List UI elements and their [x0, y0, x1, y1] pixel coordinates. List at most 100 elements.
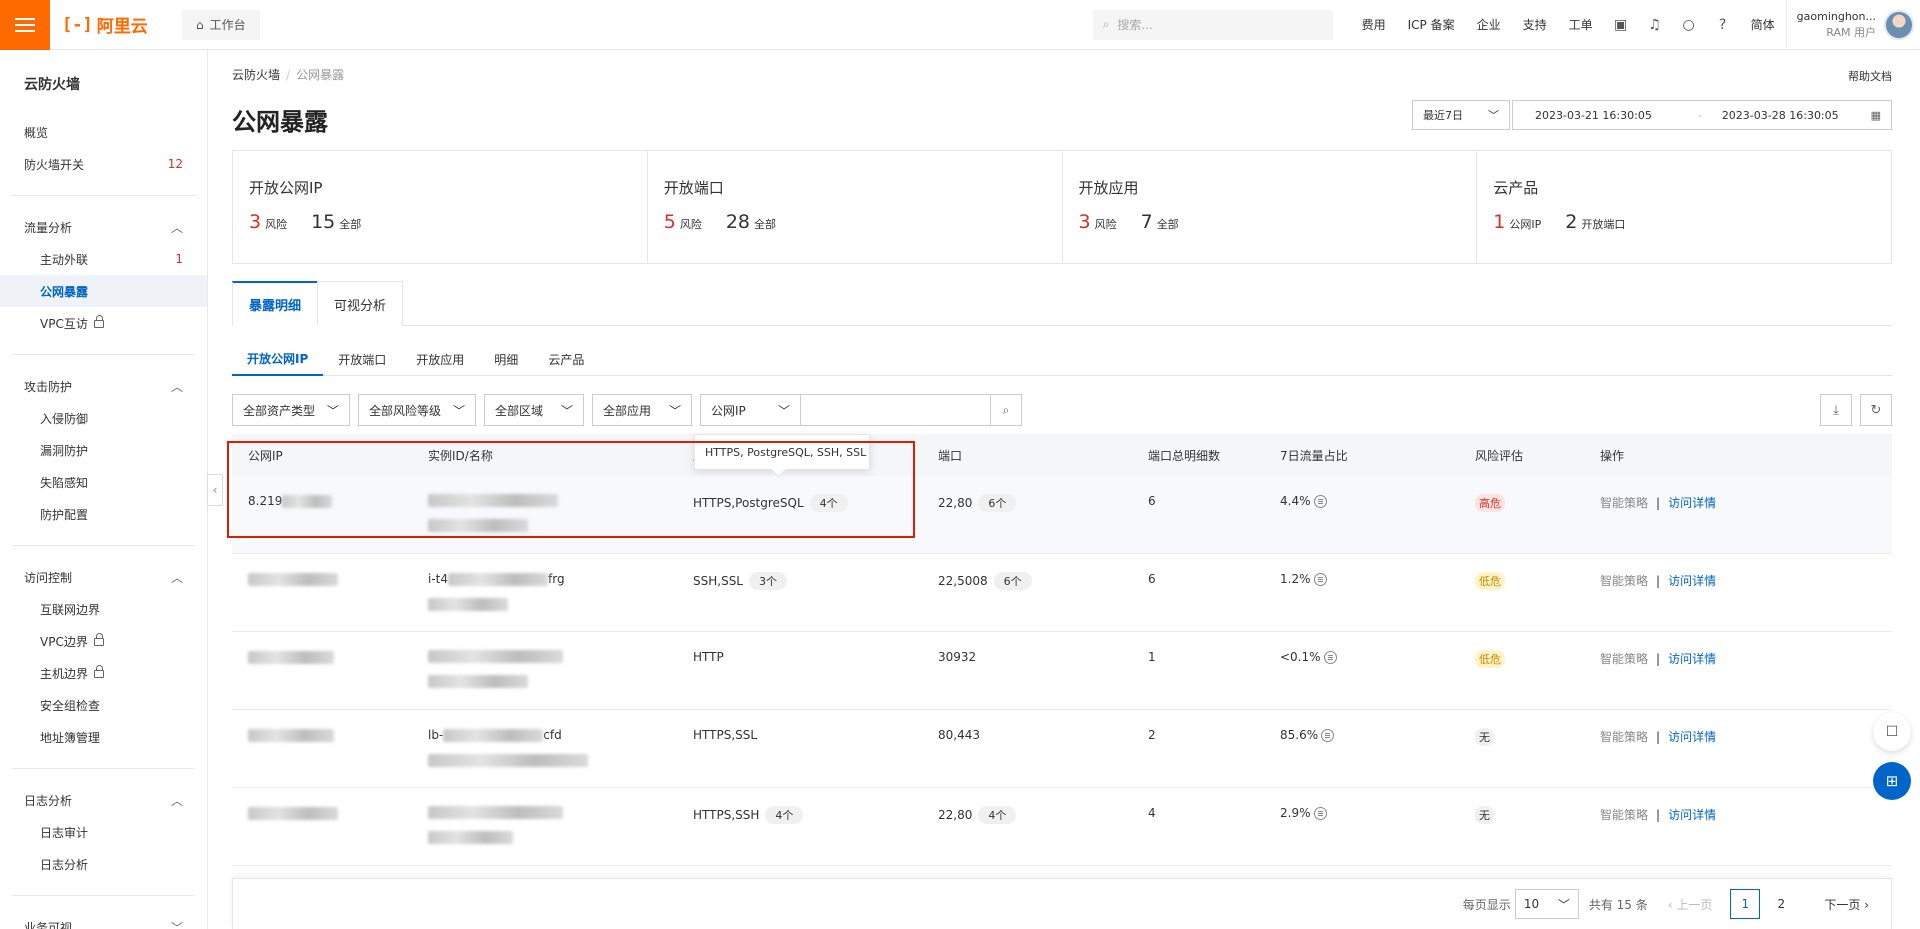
- smart-policy-link[interactable]: 智能策略: [1600, 808, 1648, 822]
- sidebar-item-sg-check[interactable]: 安全组检查: [0, 689, 207, 721]
- ticket-link[interactable]: 工单: [1558, 16, 1604, 33]
- list-icon[interactable]: [1323, 651, 1337, 664]
- access-detail-link[interactable]: 访问详情: [1668, 496, 1716, 510]
- tab-open-port[interactable]: 开放端口: [323, 342, 401, 376]
- search-button[interactable]: ⌕: [990, 394, 1022, 426]
- terminal-icon[interactable]: ▣: [1604, 17, 1638, 33]
- sidebar-item-protect-config[interactable]: 防护配置: [0, 498, 207, 530]
- stat-ip-link[interactable]: 1 公网IP: [1493, 211, 1541, 233]
- menu-icon[interactable]: [0, 0, 50, 50]
- chevron-down-icon: ﹀: [326, 403, 339, 418]
- refresh-icon: ↻: [1870, 402, 1882, 418]
- stat-port-link[interactable]: 2 开放端口: [1565, 211, 1625, 233]
- smart-policy-link[interactable]: 智能策略: [1600, 574, 1648, 588]
- stat-risk-link[interactable]: 3 风险: [249, 211, 287, 233]
- stat-all-link[interactable]: 7 全部: [1141, 211, 1179, 233]
- tab-detail[interactable]: 明细: [479, 342, 533, 376]
- page-size-select[interactable]: 10 ﹀: [1514, 889, 1579, 919]
- sidebar-item-intrusion[interactable]: 入侵防御: [0, 402, 207, 434]
- user-menu[interactable]: gaominghon... RAM 用户: [1785, 0, 1920, 50]
- table-row[interactable]: lb-cfd HTTPS,SSL 80,443 2 85.6% 无 智能策略 | 访…: [232, 710, 1892, 788]
- sidebar-item-breach[interactable]: 失陷感知: [0, 466, 207, 498]
- access-detail-link[interactable]: 访问详情: [1668, 574, 1716, 588]
- language-switch[interactable]: 简体: [1740, 16, 1786, 33]
- sidebar-item-overview[interactable]: 概览: [0, 116, 207, 148]
- sidebar-group-traffic[interactable]: 流量分析 ︿: [0, 211, 207, 243]
- list-icon[interactable]: [1313, 495, 1327, 508]
- lock-icon: [93, 633, 104, 646]
- asset-type-select[interactable]: 全部资产类型 ﹀: [232, 394, 350, 426]
- chat-icon[interactable]: ☐: [1873, 713, 1911, 751]
- brand-logo[interactable]: [-] 阿里云: [62, 12, 172, 38]
- sidebar-item-host-border[interactable]: 主机边界: [0, 657, 207, 689]
- breadcrumb-root[interactable]: 云防火墙: [232, 68, 280, 82]
- tab-visual-analysis[interactable]: 可视分析: [317, 281, 404, 326]
- enterprise-link[interactable]: 企业: [1466, 16, 1512, 33]
- avatar[interactable]: [1884, 9, 1914, 40]
- table-row[interactable]: HTTPS,SSH 4个 22,80 4个 4 2.9% 无 智能策略 | 访问详情: [232, 788, 1892, 866]
- sidebar-item-firewall-switch[interactable]: 防火墙开关 12: [0, 148, 207, 180]
- page-2-button[interactable]: 2: [1766, 889, 1796, 919]
- sidebar-group-access[interactable]: 访问控制 ︿: [0, 561, 207, 593]
- sidebar-item-outbound[interactable]: 主动外联 1: [0, 243, 207, 275]
- help-icon[interactable]: ?: [1706, 17, 1740, 33]
- bell-icon[interactable]: ♫: [1638, 17, 1672, 33]
- next-page-button[interactable]: 下一页 ›: [1824, 896, 1869, 913]
- icp-link[interactable]: ICP 备案: [1397, 16, 1466, 33]
- sidebar-item-vpc-mutual[interactable]: VPC互访: [0, 307, 207, 339]
- sidebar-group-log[interactable]: 日志分析 ︿: [0, 784, 207, 816]
- tab-exposure-detail[interactable]: 暴露明细: [232, 281, 319, 326]
- sidebar-group-attack[interactable]: 攻击防护 ︿: [0, 370, 207, 402]
- sidebar-collapse-handle[interactable]: ‹: [207, 474, 223, 506]
- list-icon[interactable]: [1313, 807, 1327, 820]
- help-doc-link[interactable]: 帮助文档: [1848, 68, 1892, 84]
- apps-icon[interactable]: ⊞: [1873, 762, 1911, 800]
- tab-open-app[interactable]: 开放应用: [401, 342, 479, 376]
- sidebar-item-log-analysis[interactable]: 日志分析: [0, 848, 207, 880]
- stat-open-app: 开放应用 3 风险 7 全部: [1063, 151, 1478, 263]
- date-range-picker[interactable]: 2023-03-21 16:30:05 - 2023-03-28 16:30:0…: [1512, 100, 1892, 130]
- search-field-select[interactable]: 公网IP ﹀: [700, 394, 800, 426]
- region-select[interactable]: 全部区域 ﹀: [484, 394, 584, 426]
- global-search-input[interactable]: ⌕ 搜索...: [1092, 9, 1333, 40]
- sidebar-item-log-audit[interactable]: 日志审计: [0, 816, 207, 848]
- search-input[interactable]: [800, 394, 990, 426]
- breadcrumb: 云防火墙 / 公网暴露: [232, 68, 345, 82]
- sidebar-item-vpc-border[interactable]: VPC边界: [0, 625, 207, 657]
- tab-cloud-product[interactable]: 云产品: [533, 342, 599, 376]
- lightbulb-icon[interactable]: ○: [1672, 17, 1706, 33]
- access-detail-link[interactable]: 访问详情: [1668, 652, 1716, 666]
- stat-all-link[interactable]: 28 全部: [726, 211, 776, 233]
- access-detail-link[interactable]: 访问详情: [1668, 730, 1716, 744]
- date-preset-select[interactable]: 最近7日 ﹀: [1412, 100, 1510, 130]
- smart-policy-link[interactable]: 智能策略: [1600, 652, 1648, 666]
- sidebar-item-exposure[interactable]: 公网暴露: [0, 275, 207, 307]
- divider: [12, 768, 195, 769]
- list-icon[interactable]: [1321, 729, 1335, 742]
- stat-all-link[interactable]: 15 全部: [311, 211, 361, 233]
- fee-link[interactable]: 费用: [1351, 16, 1397, 33]
- table-row[interactable]: i-t4 frg SSH,SSL 3个 22,5008 6个 6 1.2% 低危 智能…: [232, 554, 1892, 632]
- refresh-button[interactable]: ↻: [1860, 394, 1892, 426]
- app-select[interactable]: 全部应用 ﹀: [592, 394, 692, 426]
- sidebar-item-internet-border[interactable]: 互联网边界: [0, 593, 207, 625]
- smart-policy-link[interactable]: 智能策略: [1600, 730, 1648, 744]
- sidebar-group-business[interactable]: 业务可视 ﹀: [0, 911, 207, 929]
- tab-open-ip[interactable]: 开放公网IP: [232, 342, 324, 376]
- smart-policy-link[interactable]: 智能策略: [1600, 496, 1648, 510]
- access-detail-link[interactable]: 访问详情: [1668, 808, 1716, 822]
- prev-page-button[interactable]: ‹ 上一页: [1668, 896, 1713, 913]
- sidebar: 云防火墙 概览 防火墙开关 12 流量分析 ︿ 主动外联 1 公网暴露 VPC互访 攻…: [0, 50, 208, 929]
- stat-risk-link[interactable]: 5 风险: [664, 211, 702, 233]
- sub-tabs: 开放公网IP 开放端口 开放应用 明细 云产品: [232, 342, 1892, 376]
- download-button[interactable]: ⤓: [1820, 394, 1852, 426]
- table-row[interactable]: HTTP 30932 1 <0.1% 低危 智能策略 | 访问详情: [232, 632, 1892, 710]
- sidebar-item-address-book[interactable]: 地址簿管理: [0, 721, 207, 753]
- support-link[interactable]: 支持: [1512, 16, 1558, 33]
- stat-risk-link[interactable]: 3 风险: [1079, 211, 1117, 233]
- page-1-button[interactable]: 1: [1730, 889, 1761, 919]
- risk-level-select[interactable]: 全部风险等级 ﹀: [358, 394, 476, 426]
- list-icon[interactable]: [1313, 573, 1327, 586]
- workbench-button[interactable]: ⌂ 工作台: [182, 9, 260, 40]
- sidebar-item-vuln[interactable]: 漏洞防护: [0, 434, 207, 466]
